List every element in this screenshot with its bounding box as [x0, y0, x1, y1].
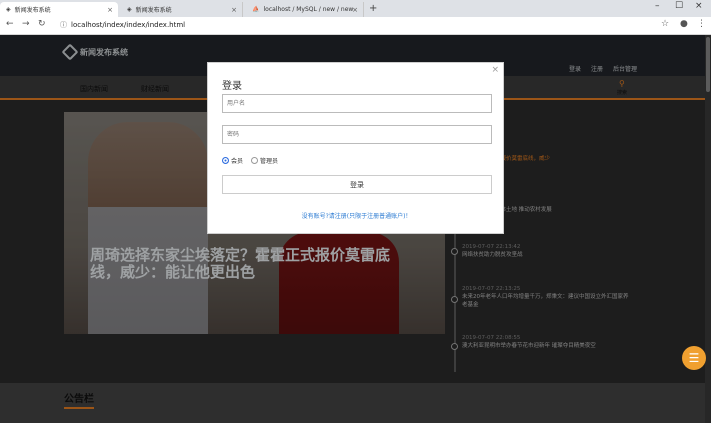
forward-icon[interactable]: → [22, 19, 30, 29]
password-input[interactable] [222, 125, 492, 144]
role-admin-radio[interactable]: 管理员 [251, 156, 278, 165]
tab-title: 新闻发布系统 [14, 7, 51, 14]
close-icon[interactable]: × [107, 6, 113, 14]
modal-title: 登录 [222, 81, 242, 92]
role-member-radio[interactable]: 会员 [222, 156, 243, 165]
login-button[interactable]: 登录 [222, 175, 492, 194]
browser-tab-2[interactable]: ◈ 新闻发布系统 × [121, 2, 243, 17]
login-modal: × 登录 会员 管理员 登录 没有账号?请注册(只限于注册普通账户)！ [207, 62, 504, 234]
site-favicon-icon: ◈ [6, 6, 11, 13]
tab-title: localhost / MySQL / new / new [263, 6, 354, 13]
url-text: localhost/index/index/index.html [71, 21, 186, 29]
radio-checked-icon [222, 157, 229, 164]
role-member-label: 会员 [231, 158, 244, 165]
chat-icon[interactable]: ☰ [682, 346, 706, 370]
site-favicon-icon: ◈ [127, 6, 132, 13]
tab-title: 新闻发布系统 [135, 7, 172, 14]
window-close-icon[interactable]: × [695, 1, 703, 11]
maximize-icon[interactable]: ☐ [675, 1, 683, 11]
close-icon[interactable]: × [491, 65, 499, 75]
radio-unchecked-icon [251, 157, 259, 164]
back-icon[interactable]: ← [6, 19, 14, 29]
browser-tab-1[interactable]: ◈ 新闻发布系统 × [0, 2, 118, 17]
info-icon: ⓘ [60, 21, 67, 29]
pma-favicon-icon: ⛵ [252, 6, 260, 13]
bookmark-star-icon[interactable]: ☆ [661, 19, 669, 29]
new-tab-button[interactable]: + [369, 3, 377, 14]
username-input[interactable] [222, 94, 492, 113]
minimize-icon[interactable]: – [655, 1, 660, 11]
close-icon[interactable]: × [352, 6, 358, 14]
role-radio-group: 会员 管理员 [222, 156, 278, 165]
address-bar: ← → ↻ ⓘ localhost/index/index/index.html … [0, 17, 711, 35]
url-field[interactable]: ⓘ localhost/index/index/index.html [60, 20, 185, 30]
browser-tab-3[interactable]: ⛵ localhost / MySQL / new / new × [246, 2, 364, 17]
menu-dots-icon[interactable]: ⋮ [697, 19, 706, 29]
browser-tab-strip: ◈ 新闻发布系统 × ◈ 新闻发布系统 × ⛵ localhost / MySQ… [0, 0, 711, 17]
profile-icon[interactable]: ● [680, 19, 688, 29]
reload-icon[interactable]: ↻ [38, 19, 46, 29]
register-link[interactable]: 没有账号?请注册(只限于注册普通账户)！ [208, 211, 505, 220]
role-admin-label: 管理员 [260, 158, 279, 165]
close-icon[interactable]: × [231, 6, 237, 14]
